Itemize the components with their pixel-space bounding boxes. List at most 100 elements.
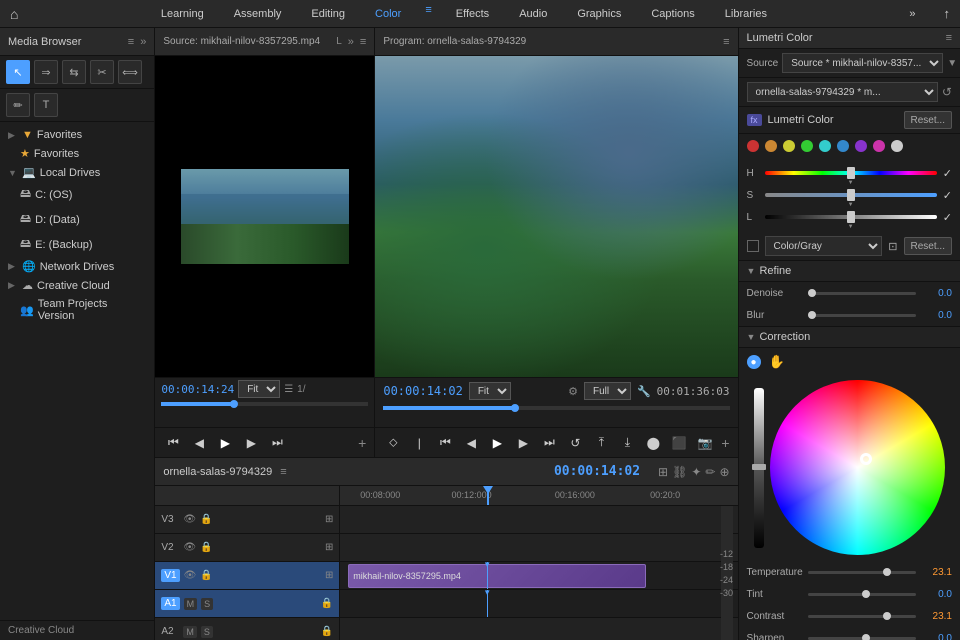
loop-button[interactable]: ↺	[565, 433, 585, 453]
program-scrubber[interactable]	[383, 406, 729, 410]
hsl-s-slider[interactable]	[765, 193, 937, 197]
blur-slider[interactable]	[808, 314, 916, 317]
browser-item-team-projects[interactable]: 👥 Team Projects Version	[0, 295, 154, 325]
sharpen-slider[interactable]	[808, 637, 916, 640]
track-label-v1[interactable]: V1 👁 🔒 ⊞	[155, 562, 339, 590]
program-settings-icon[interactable]: ⚙	[568, 385, 578, 398]
track-v1-toggle[interactable]: V1	[161, 569, 179, 582]
hsl-l-check[interactable]: ✓	[943, 211, 952, 224]
source-fit-select[interactable]: Fit	[238, 380, 280, 398]
track-v2-eye[interactable]: 👁	[183, 542, 196, 553]
insert-timeline-icon[interactable]: ⊕	[719, 465, 729, 479]
next-frame-button[interactable]: ▶	[241, 433, 261, 453]
lumetri-menu-icon[interactable]: ≡	[946, 32, 952, 44]
menu-color[interactable]: Color	[369, 4, 407, 24]
menu-more-icon[interactable]: »	[909, 8, 915, 20]
mark-icon[interactable]: ✦	[691, 465, 701, 479]
video-clip[interactable]: mikhail-nilov-8357295.mp4	[348, 564, 646, 588]
wheel-crosshair[interactable]	[860, 453, 872, 465]
share-button[interactable]: ↑	[944, 6, 951, 21]
menu-learning[interactable]: Learning	[155, 4, 210, 24]
program-timecode[interactable]: 00:00:14:02	[383, 384, 462, 398]
media-browser-expand-icon[interactable]: »	[140, 36, 146, 48]
menu-audio[interactable]: Audio	[513, 4, 553, 24]
add-tools-button[interactable]: +	[358, 435, 366, 451]
lumetri-reset-button[interactable]: Reset...	[904, 111, 952, 129]
color-dot-red[interactable]	[747, 140, 759, 152]
track-v1-extra[interactable]: ⊞	[325, 570, 333, 581]
play-button[interactable]: ▶	[215, 433, 235, 453]
hsl-s-check[interactable]: ✓	[943, 189, 952, 202]
track-a1-toggle[interactable]: A1	[161, 597, 179, 610]
pen-timeline-icon[interactable]: ✏	[705, 465, 715, 479]
denoise-slider[interactable]	[808, 292, 916, 295]
luminance-bar[interactable]	[754, 388, 764, 548]
go-in-button[interactable]: ⏮	[435, 433, 455, 453]
track-a1-m[interactable]: M	[184, 598, 198, 610]
prev-frame-button[interactable]: ◀	[189, 433, 209, 453]
color-dot-teal[interactable]	[819, 140, 831, 152]
play-button[interactable]: ▶	[487, 433, 507, 453]
menu-captions[interactable]: Captions	[645, 4, 700, 24]
link-icon[interactable]: ⛓	[672, 465, 687, 479]
menu-editing[interactable]: Editing	[305, 4, 351, 24]
colorgray-checkbox[interactable]	[747, 240, 759, 252]
program-panel-menu-icon[interactable]: ≡	[723, 36, 729, 48]
insert-button[interactable]: ⬤	[643, 433, 663, 453]
timeline-menu-icon[interactable]: ≡	[280, 466, 286, 478]
lumetri-source-dropdown[interactable]: Source * mikhail-nilov-8357...	[782, 53, 943, 73]
color-dot-purple[interactable]	[855, 140, 867, 152]
mark-in-button[interactable]: ⬦	[383, 433, 403, 453]
track-a2-lock[interactable]: 🔒	[321, 626, 333, 637]
track-a1-s[interactable]: S	[201, 598, 213, 610]
extract-button[interactable]: ⤓	[617, 433, 637, 453]
browser-item-c-drive[interactable]: 🖴 C: (OS)	[0, 182, 154, 207]
track-v1-eye[interactable]: 👁	[184, 570, 197, 581]
home-icon[interactable]: ⌂	[10, 6, 18, 22]
browser-item-favorites-folder[interactable]: ▶ ▼ Favorites	[0, 126, 154, 144]
correction-toggle[interactable]: ▼	[747, 332, 756, 342]
track-v2-lock[interactable]: 🔒	[200, 542, 212, 553]
luminance-thumb[interactable]	[752, 464, 766, 470]
browser-item-e-drive[interactable]: 🖴 E: (Backup)	[0, 232, 154, 257]
source-panel-expand-icon[interactable]: ≡	[360, 36, 366, 48]
program-quality-select[interactable]: Full	[584, 382, 631, 400]
browser-item-favorites[interactable]: ★ Favorites	[0, 144, 154, 163]
track-v2-extra[interactable]: ⊞	[325, 542, 333, 553]
browser-item-network-drives[interactable]: ▶ 🌐 Network Drives	[0, 257, 154, 276]
razor-tool-button[interactable]: ✂	[90, 60, 114, 84]
go-out-button[interactable]: ⏭	[539, 433, 559, 453]
lift-button[interactable]: ⤒	[591, 433, 611, 453]
track-v3-eye[interactable]: 👁	[183, 514, 196, 525]
track-select-tool-button[interactable]: ⇒	[34, 60, 58, 84]
menu-libraries[interactable]: Libraries	[719, 4, 773, 24]
color-dot-blue[interactable]	[837, 140, 849, 152]
menu-assembly[interactable]: Assembly	[228, 4, 288, 24]
step-fwd-button[interactable]: ⏭	[267, 433, 287, 453]
color-wheel[interactable]	[770, 380, 945, 555]
color-dot-green[interactable]	[801, 140, 813, 152]
menu-effects[interactable]: Effects	[450, 4, 495, 24]
lumetri-effect-dropdown[interactable]: ornella-salas-9794329 * m...	[747, 82, 938, 102]
browser-item-local-drives[interactable]: ▼ 💻 Local Drives	[0, 163, 154, 182]
track-a1-extra[interactable]: 🔒	[321, 598, 333, 609]
media-browser-menu-icon[interactable]: ≡	[128, 36, 134, 48]
track-v1-lock[interactable]: 🔒	[200, 570, 212, 581]
track-label-a1[interactable]: A1 M S 🔒	[155, 590, 339, 618]
hsl-h-slider[interactable]	[765, 171, 937, 175]
track-v3-extra[interactable]: ⊞	[325, 514, 333, 525]
slip-tool-button[interactable]: ⟺	[118, 60, 142, 84]
ripple-tool-button[interactable]: ⇆	[62, 60, 86, 84]
track-v3-lock[interactable]: 🔒	[200, 514, 212, 525]
menu-graphics[interactable]: Graphics	[571, 4, 627, 24]
hsl-l-slider[interactable]	[765, 215, 937, 219]
source-scrubber[interactable]	[161, 402, 368, 406]
color-dot-yellow[interactable]	[783, 140, 795, 152]
track-a2-m[interactable]: M	[183, 626, 197, 638]
select-tool-button[interactable]: ↖	[6, 60, 30, 84]
prev-frame-button[interactable]: ◀	[461, 433, 481, 453]
track-a2-s[interactable]: S	[201, 626, 213, 638]
hsl-h-check[interactable]: ✓	[943, 167, 952, 180]
refine-toggle[interactable]: ▼	[747, 266, 756, 276]
color-dot-pink[interactable]	[873, 140, 885, 152]
